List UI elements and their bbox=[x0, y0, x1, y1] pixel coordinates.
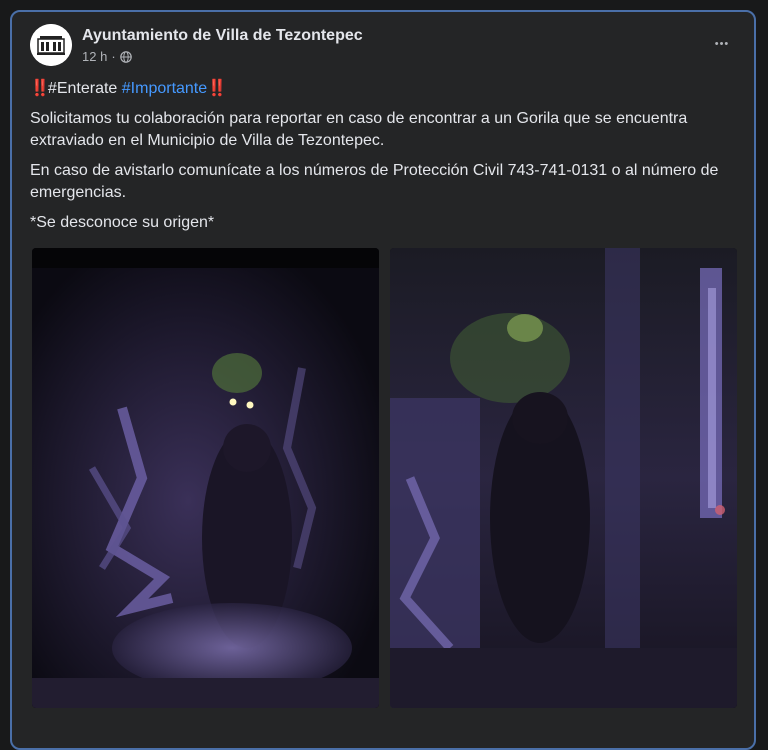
post-paragraph: En caso de avistarlo comunícate a los nú… bbox=[30, 162, 719, 201]
photo-grid bbox=[32, 248, 738, 708]
post-header: Ayuntamiento de Villa de Tezontepec 12 h… bbox=[30, 24, 363, 66]
more-options-label: ••• bbox=[714, 38, 730, 50]
post-paragraph: *Se desconoce su origen* bbox=[30, 214, 215, 231]
globe-icon bbox=[119, 50, 132, 63]
post-meta: 12 h · bbox=[82, 49, 363, 64]
double-exclamation-icon: ‼️ bbox=[30, 80, 50, 97]
post-body: ‼️#Enterate #Importante‼️ Solicitamos tu… bbox=[30, 78, 740, 242]
hashtag-importante[interactable]: #Importante bbox=[122, 80, 207, 97]
page-name[interactable]: Ayuntamiento de Villa de Tezontepec bbox=[82, 26, 363, 46]
more-options-button[interactable]: ••• bbox=[704, 32, 740, 56]
post-paragraph: Solicitamos tu colaboración para reporta… bbox=[30, 110, 688, 149]
timestamp[interactable]: 12 h bbox=[82, 49, 107, 64]
separator-dot: · bbox=[111, 49, 116, 64]
municipal-logo-icon bbox=[30, 24, 72, 66]
post-photo[interactable] bbox=[32, 248, 379, 708]
double-exclamation-icon: ‼️ bbox=[207, 80, 227, 97]
post-card: Ayuntamiento de Villa de Tezontepec 12 h… bbox=[10, 10, 756, 750]
night-forest-photo bbox=[390, 248, 737, 708]
hashtag-enterate[interactable]: #Enterate bbox=[48, 80, 117, 97]
hashtag-line: ‼️#Enterate #Importante‼️ bbox=[30, 78, 740, 100]
post-photo[interactable] bbox=[390, 248, 737, 708]
night-forest-photo bbox=[32, 248, 379, 708]
avatar[interactable] bbox=[30, 24, 72, 66]
